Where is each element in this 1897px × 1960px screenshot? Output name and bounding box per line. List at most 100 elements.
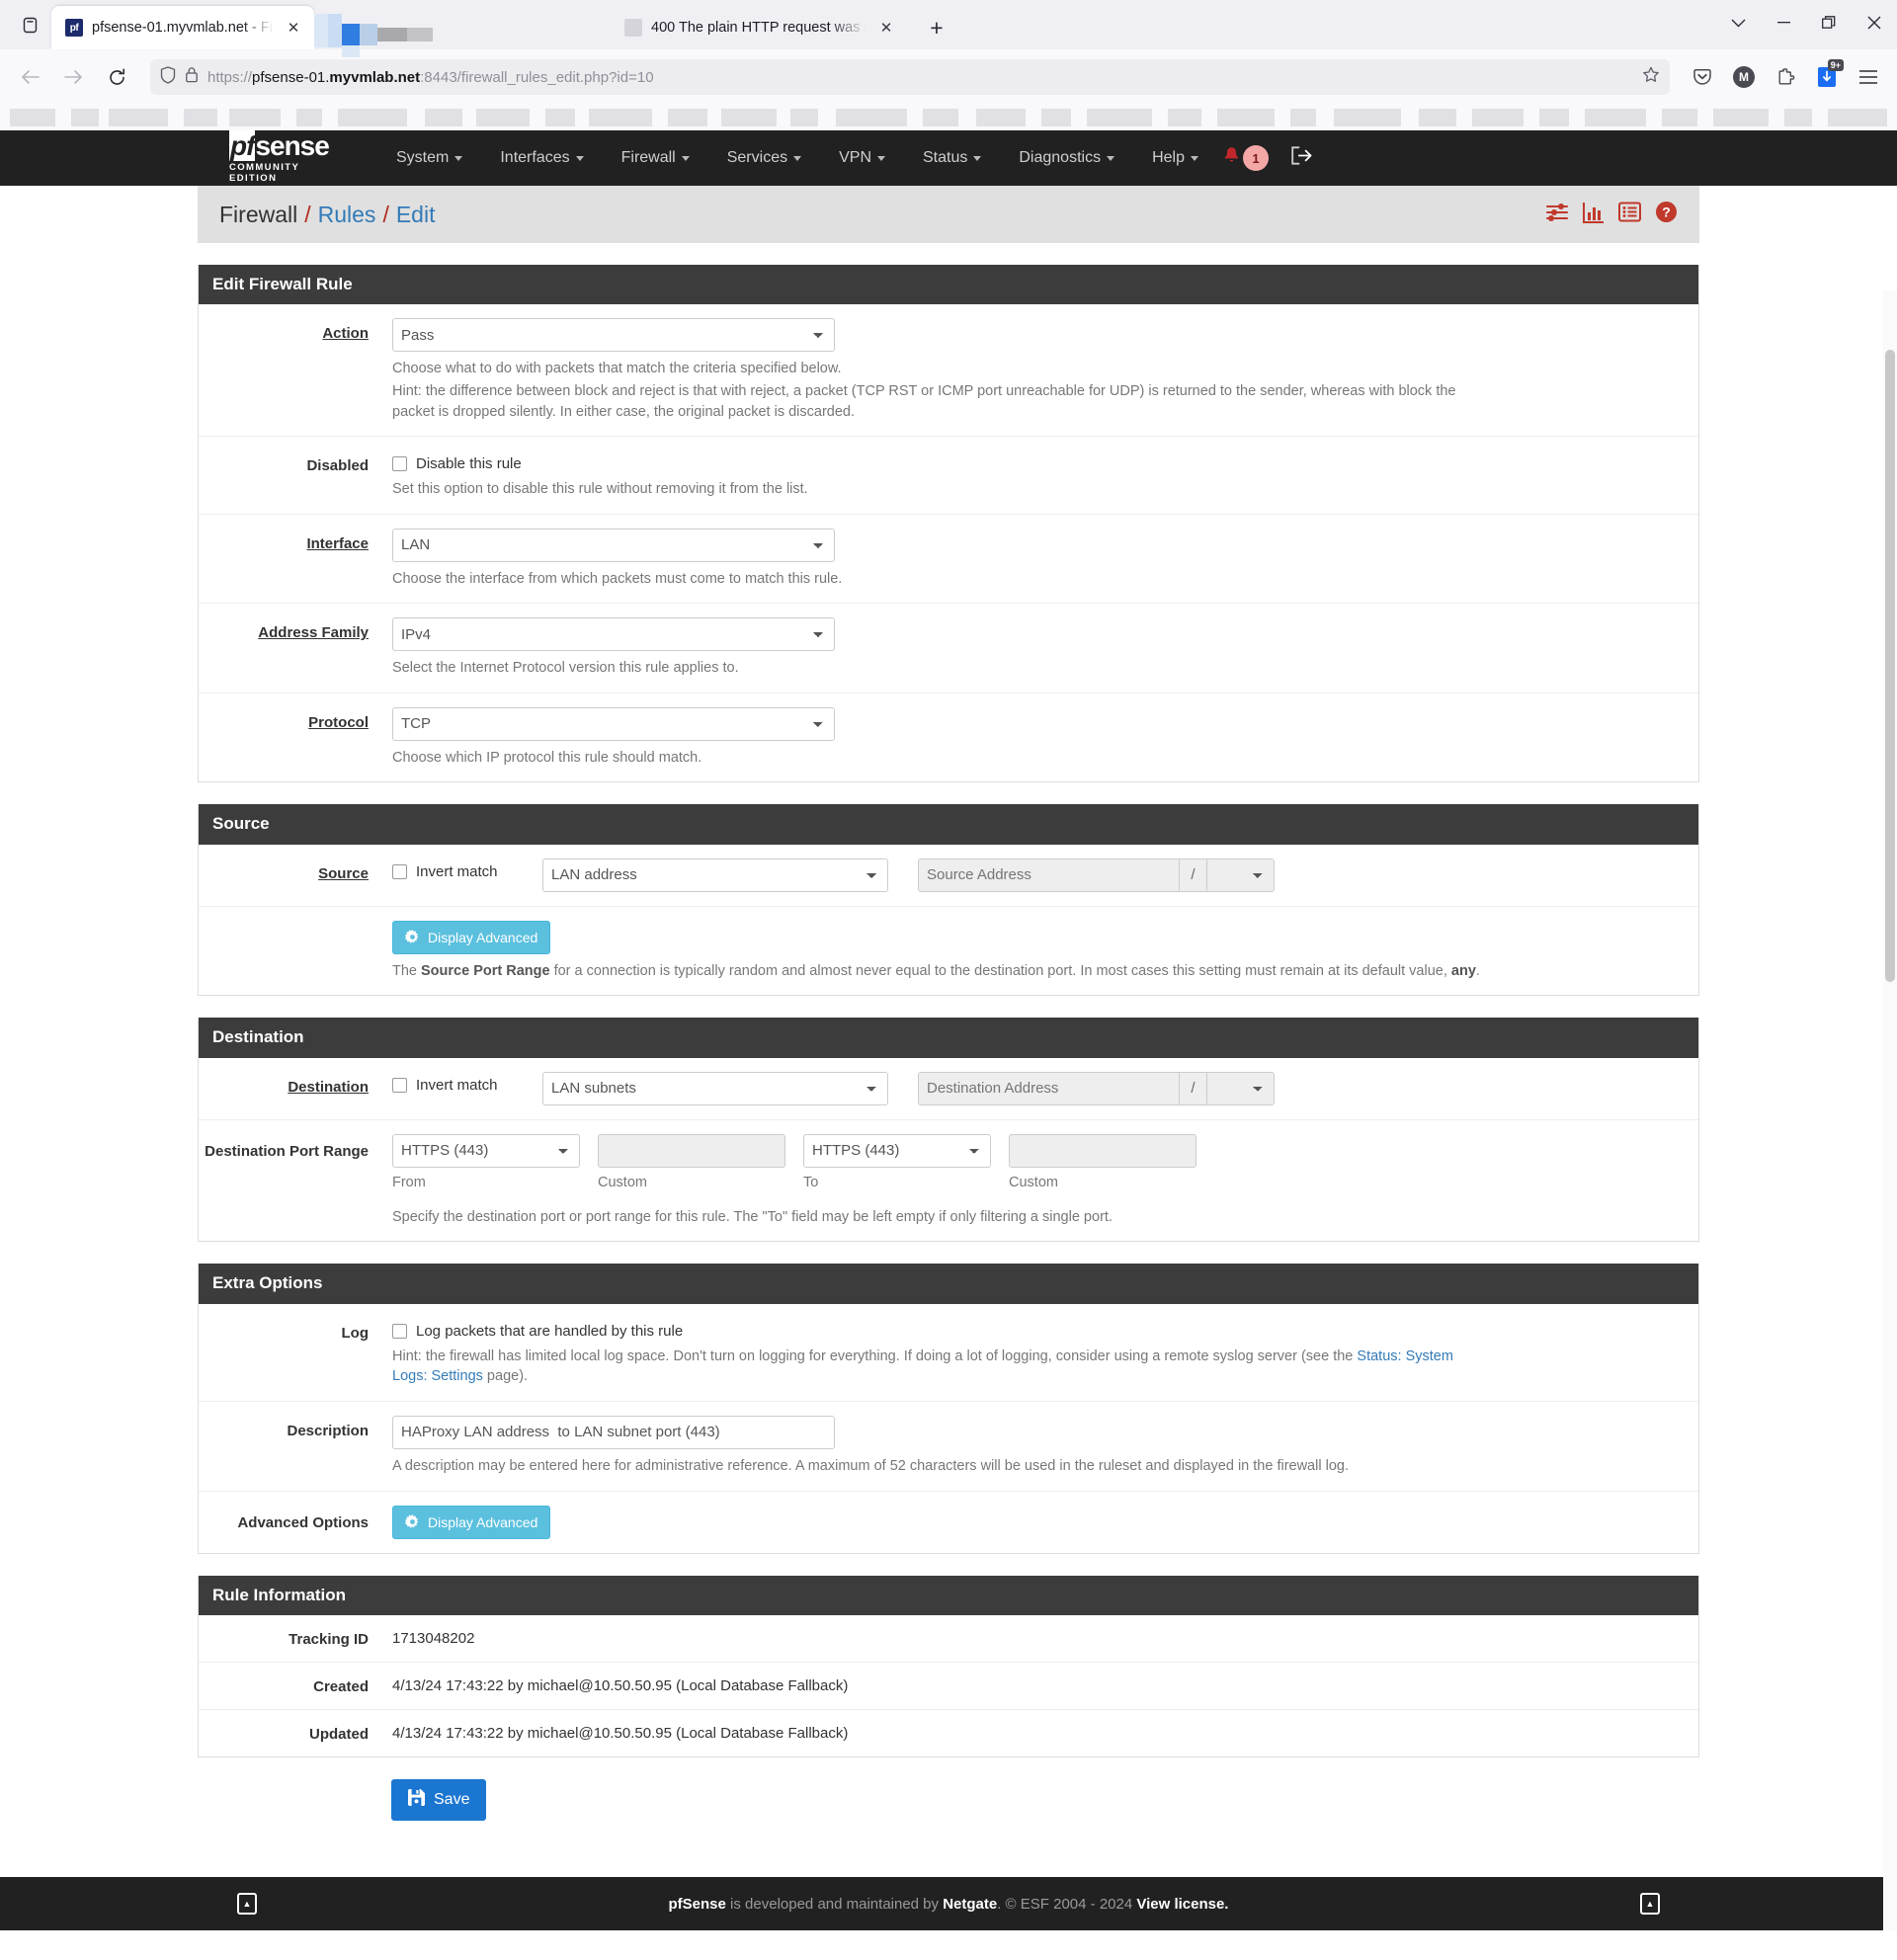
new-tab-button[interactable]: + — [919, 10, 954, 45]
nav-item-diagnostics[interactable]: Diagnostics — [1000, 130, 1133, 186]
log-checkbox-row[interactable]: Log packets that are handled by this rul… — [392, 1318, 1685, 1340]
help-icon[interactable]: ? — [1655, 201, 1678, 228]
gear-icon — [405, 930, 420, 944]
tab-close-icon[interactable]: ✕ — [875, 17, 897, 39]
extensions-puzzle-icon[interactable] — [1767, 59, 1804, 95]
field-row-source: Source Invert match LAN address Source A… — [199, 845, 1698, 907]
breadcrumb-rules-link[interactable]: Rules — [318, 202, 376, 228]
save-bar: Save — [198, 1757, 1699, 1821]
alerts-button[interactable]: 1 — [1223, 145, 1269, 171]
footer-right-icon[interactable]: ▲ — [1640, 1893, 1660, 1915]
source-invert-label: Invert match — [416, 862, 498, 880]
label-protocol: Protocol — [308, 713, 369, 731]
destination-invert-checkbox[interactable] — [392, 1077, 407, 1093]
address-bar[interactable]: https://pfsense-01.myvmlab.net:8443/fire… — [150, 59, 1670, 95]
advanced-options-display-advanced-button[interactable]: Display Advanced — [392, 1505, 551, 1539]
account-avatar[interactable]: M — [1725, 59, 1763, 95]
port-from-custom-input[interactable] — [598, 1133, 785, 1168]
chart-icon[interactable] — [1583, 202, 1605, 228]
source-display-advanced-button[interactable]: Display Advanced — [392, 920, 551, 954]
nav-item-system[interactable]: System — [377, 130, 481, 186]
sliders-icon[interactable] — [1545, 202, 1569, 228]
destination-type-select[interactable]: LAN subnets — [542, 1071, 888, 1105]
footer-license-link[interactable]: View license. — [1136, 1896, 1228, 1913]
destination-invert-row[interactable]: Invert match — [392, 1072, 542, 1094]
maximize-restore-icon[interactable] — [1806, 0, 1852, 45]
chevron-down-icon — [681, 155, 690, 161]
nav-item-services[interactable]: Services — [708, 130, 820, 186]
breadcrumb: Firewall / Rules / Edit — [219, 202, 435, 228]
port-to-select[interactable]: HTTPS (443) — [803, 1133, 991, 1168]
label-source-advanced-spacer — [199, 921, 392, 982]
bookmark-star-icon[interactable] — [1642, 66, 1660, 89]
nav-label: Firewall — [620, 149, 676, 166]
source-type-select[interactable]: LAN address — [542, 858, 888, 892]
chevron-down-icon — [973, 155, 982, 161]
breadcrumb-edit-link[interactable]: Edit — [396, 202, 436, 228]
nav-item-vpn[interactable]: VPN — [820, 130, 904, 186]
footer-left-icon[interactable]: ▲ — [237, 1893, 257, 1915]
info-row-updated: Updated 4/13/24 17:43:22 by michael@10.5… — [199, 1710, 1698, 1756]
port-from-select[interactable]: HTTPS (443) — [392, 1133, 580, 1168]
extension-badge-icon[interactable]: 9+ — [1808, 59, 1846, 95]
close-window-icon[interactable] — [1852, 0, 1897, 45]
nav-item-interfaces[interactable]: Interfaces — [481, 130, 602, 186]
list-all-tabs-icon[interactable] — [8, 3, 51, 46]
nav-item-help[interactable]: Help — [1133, 130, 1217, 186]
label-action: Action — [322, 325, 369, 343]
tab-close-icon[interactable]: ✕ — [283, 17, 304, 39]
disable-rule-checkbox-row[interactable]: Disable this rule — [392, 450, 1685, 472]
reload-icon[interactable] — [97, 59, 136, 95]
field-row-action: Action Pass Choose what to do with packe… — [199, 304, 1698, 438]
page-scrollbar-thumb[interactable] — [1885, 350, 1895, 982]
nav-label: Services — [726, 149, 788, 166]
source-invert-row[interactable]: Invert match — [392, 858, 542, 880]
address-family-select[interactable]: IPv4 — [392, 617, 835, 652]
source-address-input[interactable] — [918, 858, 1180, 892]
field-row-protocol: Protocol TCP Choose which IP protocol th… — [199, 694, 1698, 782]
list-icon[interactable] — [1618, 202, 1641, 227]
save-button[interactable]: Save — [391, 1778, 487, 1821]
panel-title-edit-rule: Edit Firewall Rule — [199, 265, 1698, 305]
shield-icon[interactable] — [160, 65, 176, 89]
panel-title-source: Source — [199, 804, 1698, 845]
nav-item-firewall[interactable]: Firewall — [603, 130, 708, 186]
app-menu-icon[interactable] — [1850, 59, 1887, 95]
action-select[interactable]: Pass — [392, 318, 835, 353]
footer-company: Netgate — [943, 1895, 998, 1913]
log-checkbox[interactable] — [392, 1323, 407, 1339]
page-scrollbar-track[interactable] — [1883, 290, 1897, 1930]
disable-rule-checkbox[interactable] — [392, 456, 407, 472]
lock-icon[interactable] — [185, 66, 199, 88]
list-all-tabs-chevron-icon[interactable] — [1715, 0, 1761, 45]
info-row-created: Created 4/13/24 17:43:22 by michael@10.5… — [199, 1663, 1698, 1710]
destination-cidr-select[interactable] — [1207, 1071, 1275, 1105]
protocol-select[interactable]: TCP — [392, 706, 835, 741]
source-display-advanced-label: Display Advanced — [428, 929, 538, 945]
pfsense-favicon-icon: pf — [65, 19, 83, 37]
source-cidr-select[interactable] — [1207, 858, 1275, 892]
info-row-tracking-id: Tracking ID 1713048202 — [199, 1615, 1698, 1663]
source-invert-checkbox[interactable] — [392, 863, 407, 879]
destination-address-group: / — [918, 1071, 1275, 1105]
destination-address-input[interactable] — [918, 1071, 1180, 1105]
browser-tab-inactive[interactable]: 400 The plain HTTP request was sen ✕ — [611, 6, 907, 49]
alerts-count-badge: 1 — [1243, 145, 1269, 171]
nav-item-status[interactable]: Status — [904, 130, 1000, 186]
description-input[interactable] — [392, 1415, 835, 1449]
nav-label: Interfaces — [500, 149, 570, 166]
browser-tab-active[interactable]: pf pfsense-01.myvmlab.net - Firew ✕ — [51, 6, 314, 49]
pocket-icon[interactable] — [1684, 59, 1721, 95]
help-protocol: Choose which IP protocol this rule shoul… — [392, 749, 702, 766]
interface-select[interactable]: LAN — [392, 528, 835, 562]
forward-icon[interactable] — [53, 59, 93, 95]
chevron-down-icon — [1107, 155, 1115, 161]
port-to-custom-input[interactable] — [1009, 1133, 1196, 1168]
back-icon[interactable] — [10, 59, 49, 95]
pfsense-logo[interactable]: pfsense COMMUNITY EDITION — [229, 130, 350, 184]
footer-text: pfSense is developed and maintained by N… — [668, 1895, 1229, 1913]
nav-label: Help — [1152, 149, 1185, 166]
logout-icon[interactable] — [1290, 146, 1312, 170]
minimize-icon[interactable] — [1761, 0, 1806, 45]
url-text[interactable]: https://pfsense-01.myvmlab.net:8443/fire… — [207, 69, 1633, 86]
